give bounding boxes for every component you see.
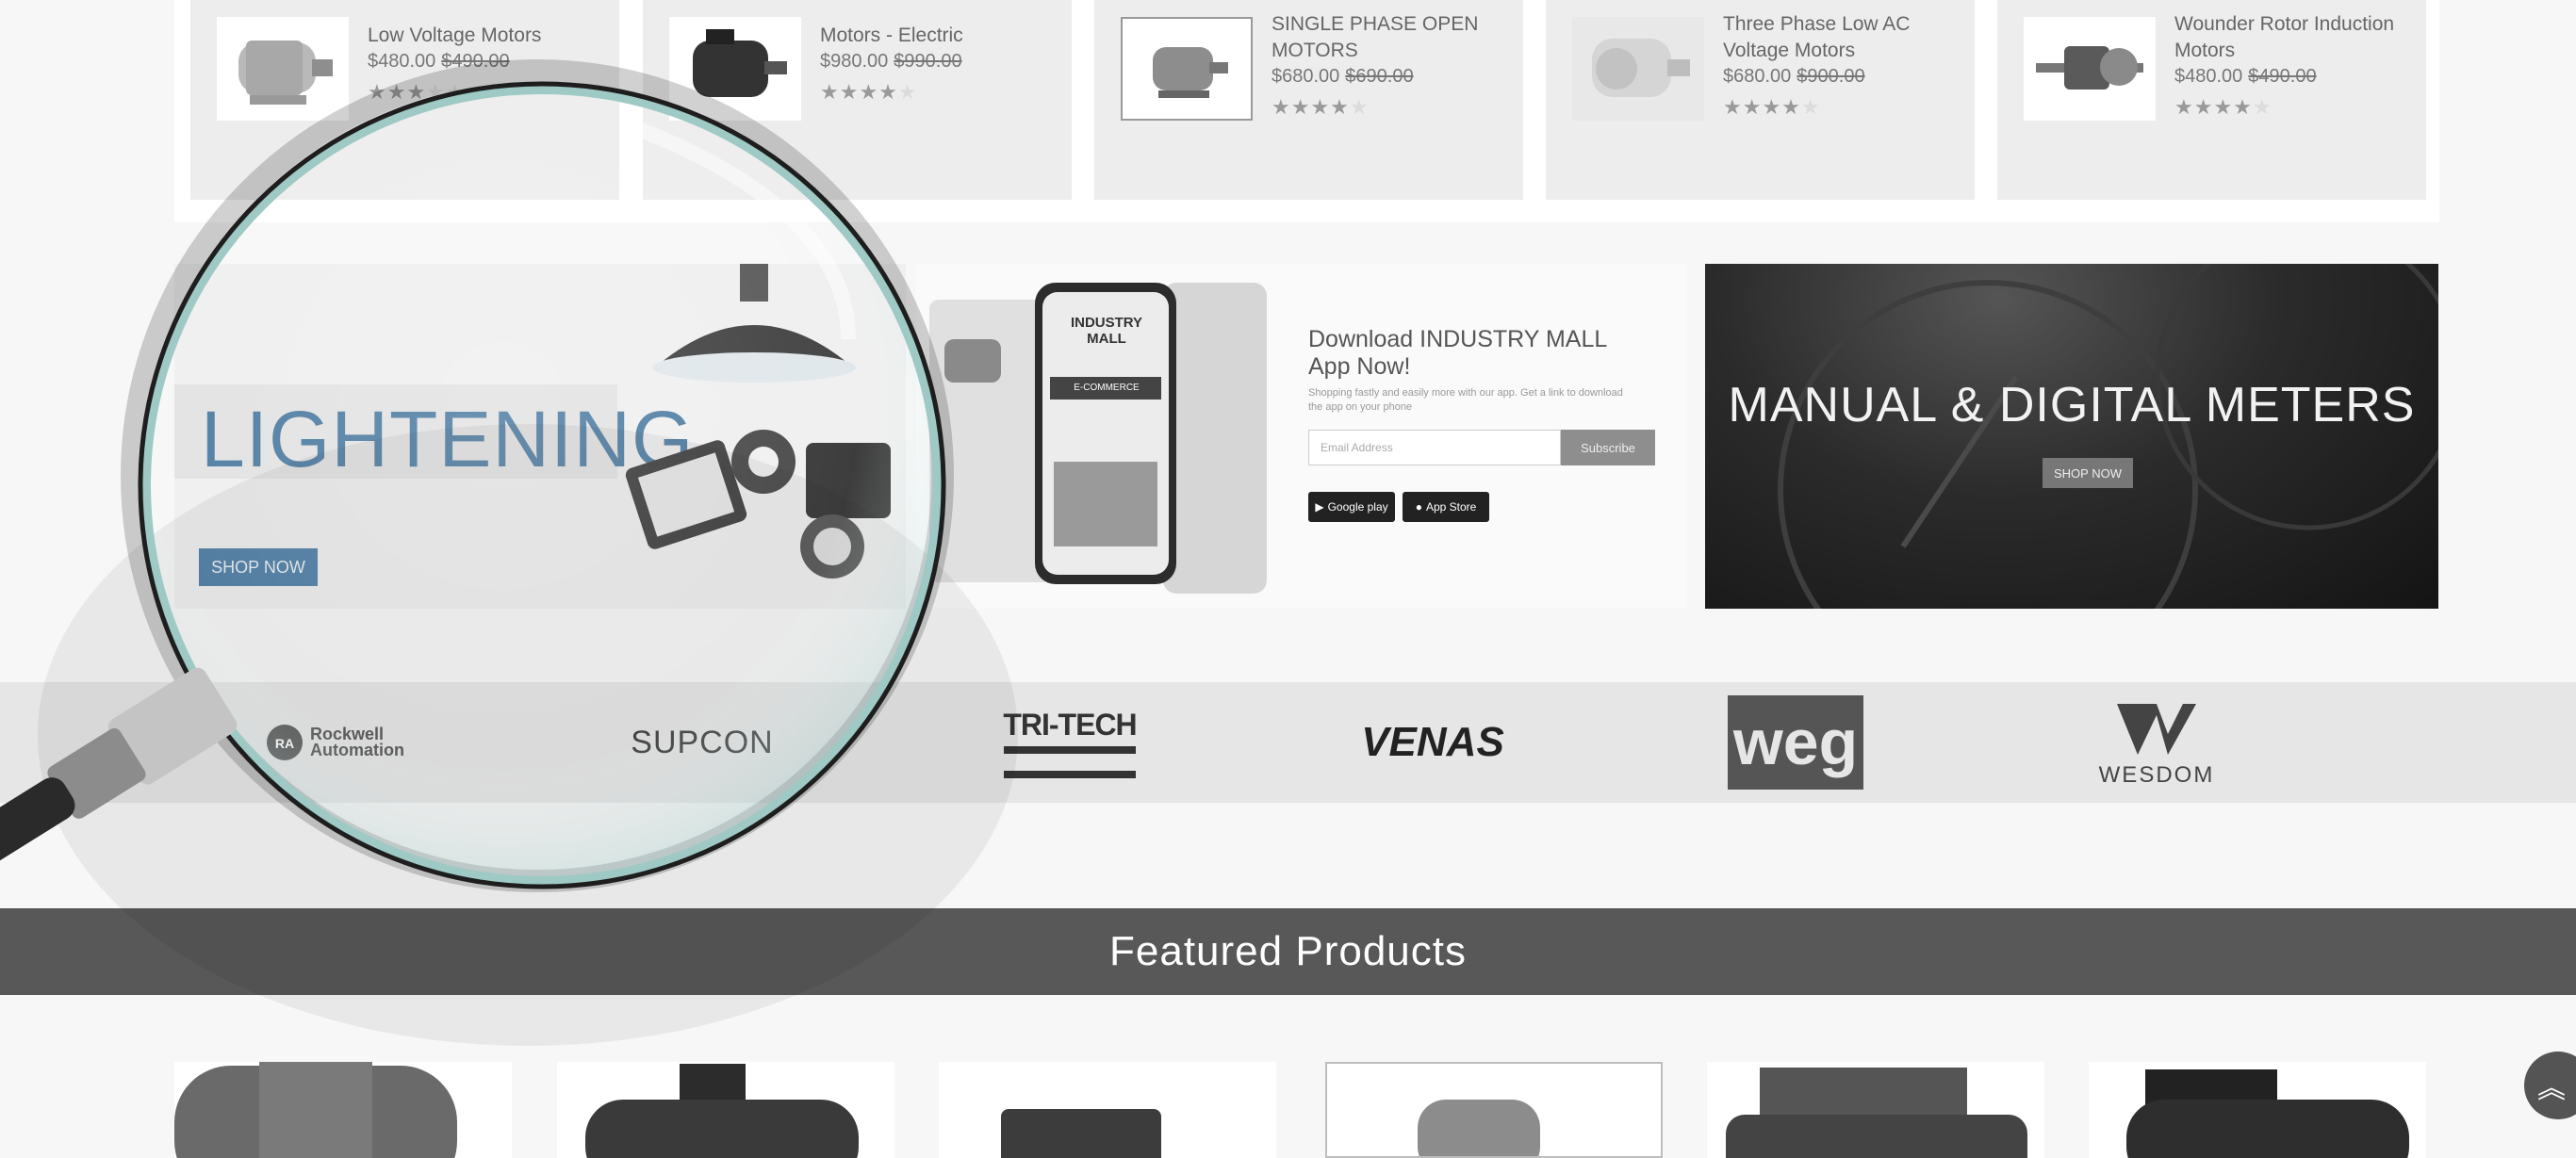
old-price: $490.00 <box>2248 66 2317 87</box>
brand-logo-weg[interactable]: weg <box>1727 682 1864 803</box>
featured-products-header: Featured Products <box>0 908 2576 995</box>
current-price: $680.00 <box>1272 66 1340 87</box>
product-thumbnail[interactable] <box>217 17 349 121</box>
product-card[interactable]: Low Voltage Motors $480.00 $490.00 ★★★★★ <box>190 0 619 200</box>
phone-app-title: INDUSTRY MALL <box>1070 315 1143 347</box>
current-price: $680.00 <box>1723 66 1792 87</box>
motor-image <box>1001 1109 1161 1158</box>
featured-product-card[interactable] <box>174 1062 512 1158</box>
product-name[interactable]: Wounder Rotor Induction Motors <box>2174 11 2413 64</box>
current-price: $480.00 <box>2174 66 2243 87</box>
featured-product-card[interactable] <box>2089 1062 2426 1158</box>
product-card[interactable]: SINGLE PHASE OPEN MOTORS $680.00 $690.00 … <box>1094 0 1523 200</box>
product-name[interactable]: SINGLE PHASE OPEN MOTORS <box>1272 11 1510 64</box>
meters-banner[interactable]: MANUAL & DIGITAL METERS SHOP NOW <box>1705 264 2438 609</box>
motor-image <box>1726 1068 2027 1158</box>
product-thumbnail[interactable] <box>2024 17 2156 121</box>
svg-text:RA: RA <box>275 736 294 751</box>
featured-title: Featured Products <box>1109 928 1467 974</box>
current-price: $980.00 <box>820 51 889 72</box>
lamp-image <box>625 264 891 579</box>
old-price: $490.00 <box>441 51 510 72</box>
double-chevron-up-icon: ︽ <box>2537 1073 2566 1104</box>
play-icon: ▶ <box>1315 500 1324 514</box>
brand-logo-rockwell[interactable]: RA Rockwell Automation <box>254 682 434 803</box>
old-price: $690.00 <box>1345 66 1414 87</box>
featured-product-card[interactable] <box>1325 1062 1663 1158</box>
app-subtext: Shopping fastly and easily more with our… <box>1308 387 1623 413</box>
app-download-banner: INDUSTRY MALL E-COMMERCE Download INDUST… <box>916 264 1687 609</box>
product-card[interactable]: Motors - Electric $980.00 $990.00 ★★★★★ <box>643 0 1072 200</box>
rating-stars: ★★★★★ <box>820 80 918 104</box>
wesdom-mark-icon <box>2117 704 2196 755</box>
app-store-button[interactable]: ● App Store <box>1403 492 1489 522</box>
featured-product-card[interactable] <box>939 1062 1276 1158</box>
product-price: $980.00 $990.00 <box>820 51 1058 73</box>
motor-image <box>2126 1069 2409 1158</box>
product-thumbnail[interactable] <box>1572 17 1704 121</box>
product-carousel: Low Voltage Motors $480.00 $490.00 ★★★★★ … <box>174 0 2439 222</box>
meters-banner-title: MANUAL & DIGITAL METERS <box>1728 378 2416 432</box>
rating-stars: ★★★★★ <box>368 80 466 104</box>
brand-logo-venas[interactable]: VENAS <box>1357 682 1508 803</box>
brand-logo-wesdom[interactable]: WESDOM <box>2081 682 2232 803</box>
product-card[interactable]: Three Phase Low AC Voltage Motors $680.0… <box>1546 0 1975 200</box>
subscribe-button[interactable]: Subscribe <box>1561 430 1655 465</box>
google-play-button[interactable]: ▶ Google play <box>1308 492 1395 522</box>
motor-image <box>1418 1100 1540 1156</box>
lighting-shop-now-button[interactable]: SHOP NOW <box>199 548 318 586</box>
lighting-banner[interactable]: LIGHTENING SHOP NOW <box>174 264 906 609</box>
motor-image <box>174 1062 457 1158</box>
current-price: $480.00 <box>368 51 436 72</box>
rockwell-badge-icon: RA <box>267 725 303 760</box>
app-heading: Download INDUSTRY MALL App Now! <box>1308 326 1607 380</box>
product-name[interactable]: Motors - Electric <box>820 23 1058 49</box>
product-thumbnail[interactable] <box>669 17 801 121</box>
product-price: $480.00 $490.00 <box>2174 66 2413 88</box>
product-price: $480.00 $490.00 <box>368 51 606 73</box>
old-price: $990.00 <box>894 51 962 72</box>
rating-stars: ★★★★★ <box>2174 95 2272 119</box>
brand-logos: RA Rockwell Automation SUPCON TRI-TECH V… <box>0 682 2576 803</box>
rating-stars: ★★★★★ <box>1272 95 1370 119</box>
product-name[interactable]: Three Phase Low AC Voltage Motors <box>1723 11 1961 64</box>
phone-tag: E-COMMERCE <box>1074 383 1140 393</box>
brand-logo-tritech[interactable]: TRI-TECH <box>999 682 1140 803</box>
featured-product-card[interactable] <box>557 1062 894 1158</box>
rating-stars: ★★★★★ <box>1723 95 1821 119</box>
scroll-to-top-button[interactable]: ︽ <box>2524 1052 2576 1119</box>
speedometer-image <box>1778 264 2438 609</box>
product-price: $680.00 $900.00 <box>1723 66 1961 88</box>
brand-logo-supcon[interactable]: SUPCON <box>622 682 782 803</box>
motor-image <box>585 1064 859 1158</box>
featured-product-card[interactable] <box>1707 1062 2044 1158</box>
apple-icon: ● <box>1415 500 1422 514</box>
product-card[interactable]: Wounder Rotor Induction Motors $480.00 $4… <box>1997 0 2426 200</box>
email-field[interactable]: Email Address <box>1308 430 1561 465</box>
product-name[interactable]: Low Voltage Motors <box>368 23 606 49</box>
product-price: $680.00 $690.00 <box>1272 66 1510 88</box>
product-thumbnail[interactable] <box>1121 17 1253 121</box>
meters-shop-now-button[interactable]: SHOP NOW <box>2043 458 2133 488</box>
old-price: $900.00 <box>1797 66 1865 87</box>
